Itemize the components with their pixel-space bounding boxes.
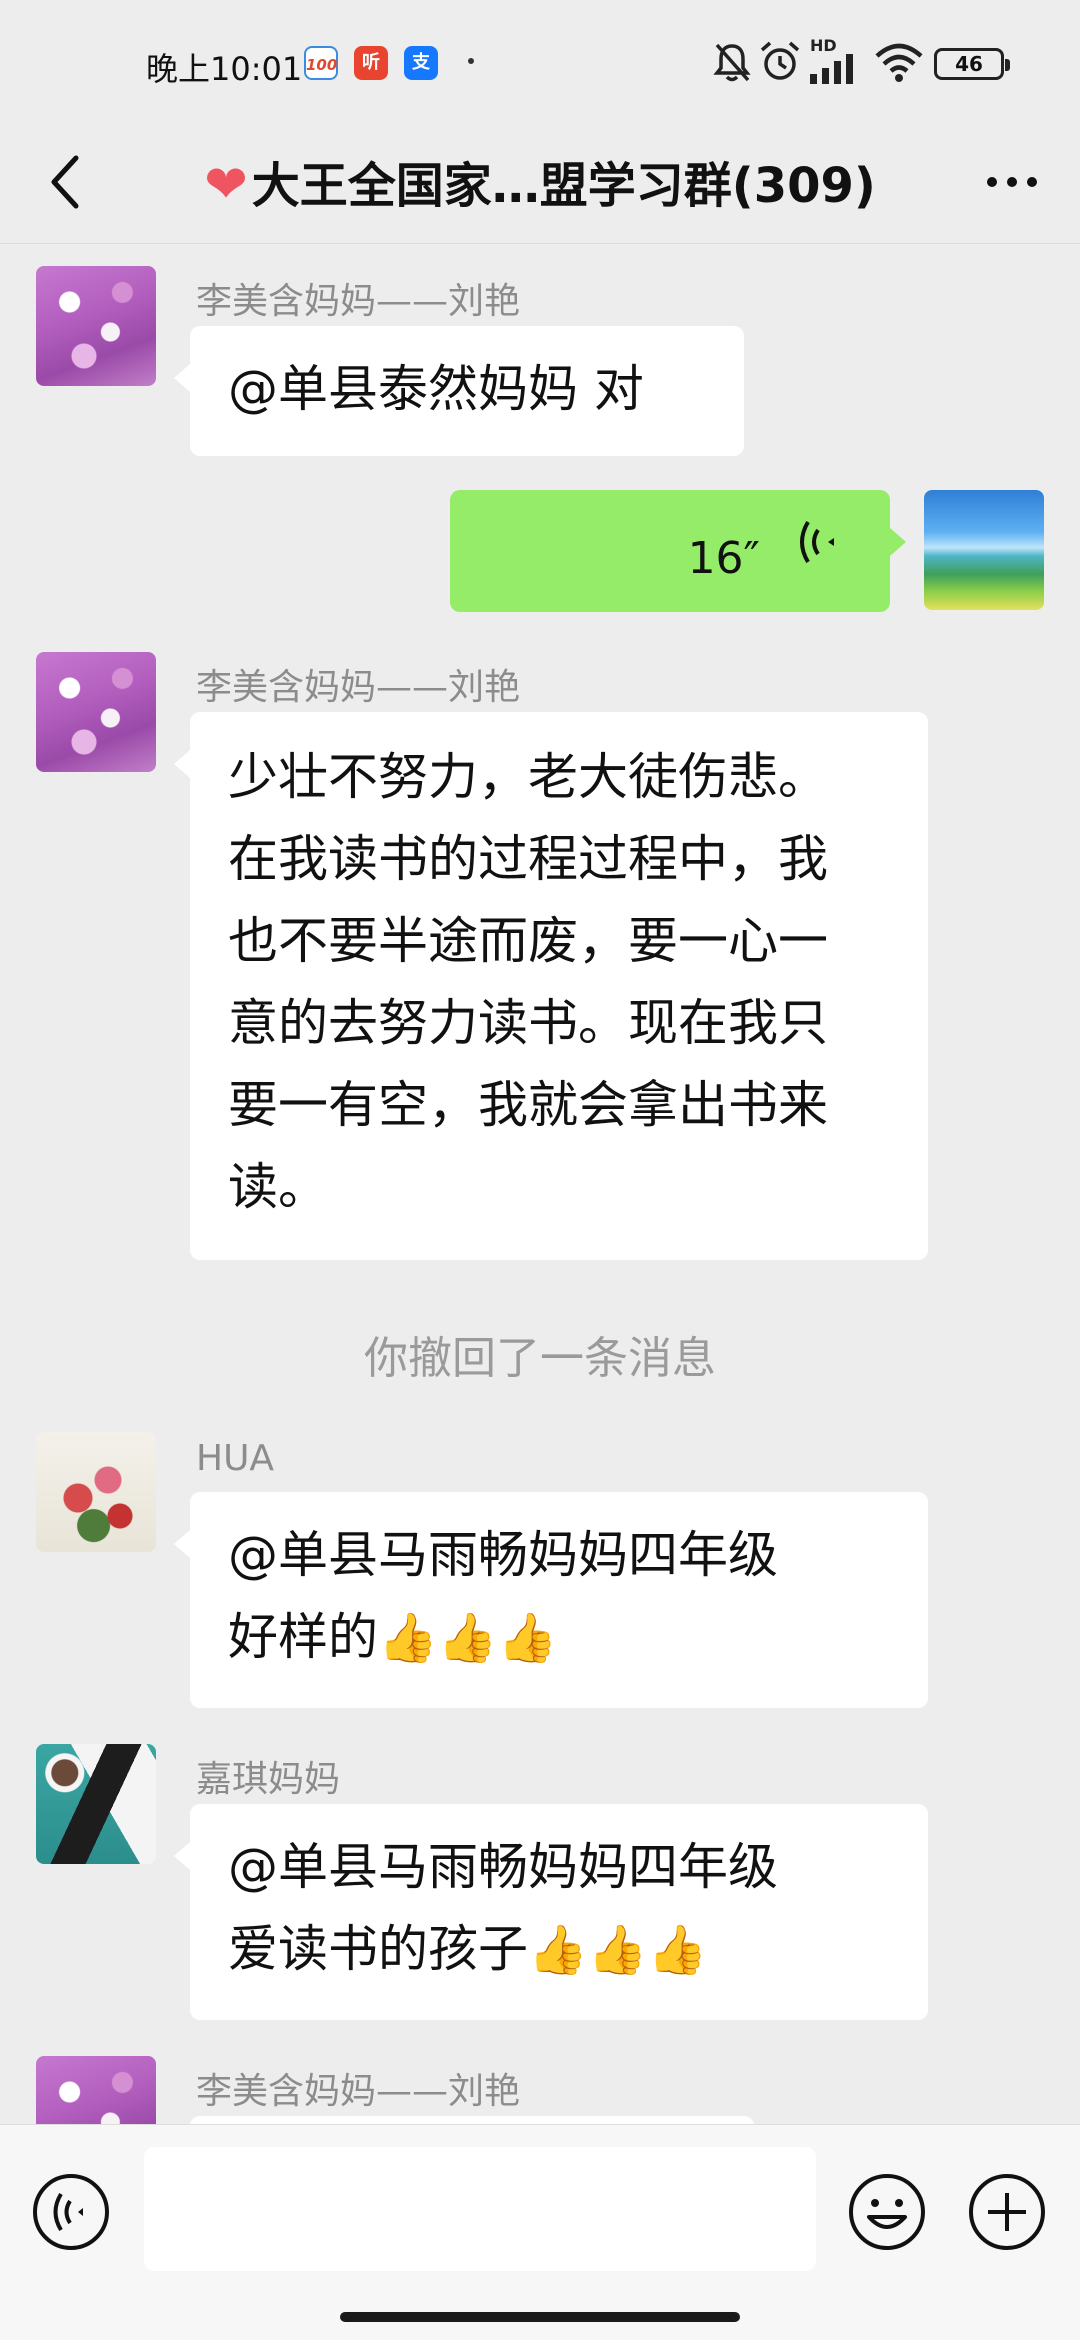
voice-wave-icon	[800, 520, 834, 564]
chat-message: 嘉琪妈妈 @单县马雨畅妈妈四年级 爱读书的孩子👍👍👍	[0, 1736, 1080, 2026]
message-line-text: 好样的	[228, 1608, 378, 1666]
alipay-app-icon: 支	[404, 46, 438, 80]
smiley-icon[interactable]	[846, 2171, 928, 2253]
group-title-text: 大王全国家…盟学习群(309)	[251, 158, 876, 214]
alarm-icon	[760, 41, 800, 80]
chat-message: HUA @单县马雨畅妈妈四年级 好样的👍👍👍	[0, 1424, 1080, 1714]
group-title: ❤大王全国家…盟学习群(309)	[0, 146, 1080, 216]
message-bubble[interactable]	[190, 2116, 754, 2124]
system-recall-notice: 你撤回了一条消息	[364, 1333, 716, 1384]
message-line: @单县马雨畅妈妈四年级	[228, 1838, 778, 1896]
100-app-icon: 100	[304, 46, 338, 80]
notification-dot	[468, 58, 474, 64]
message-bubble[interactable]: 少壮不努力，老大徒伤悲。 在我读书的过程过程中，我 也不要半途而废，要一心一 意…	[174, 712, 928, 1260]
peony-avatar[interactable]	[36, 1432, 156, 1552]
message-bubble[interactable]: @单县泰然妈妈 对	[174, 326, 744, 456]
message-line: 少壮不努力，老大徒伤悲。	[228, 748, 828, 806]
mute-bell-icon	[713, 43, 751, 82]
flower-avatar[interactable]	[36, 266, 156, 386]
message-line: 好样的👍👍👍	[228, 1596, 890, 1679]
flower-avatar[interactable]	[36, 2056, 156, 2124]
landscape-avatar[interactable]	[924, 490, 1044, 610]
chat-message: 16″	[0, 490, 1080, 620]
flower-avatar[interactable]	[36, 652, 156, 772]
battery-indicator: 46	[934, 48, 1010, 80]
home-indicator[interactable]	[340, 2312, 740, 2322]
desk-avatar[interactable]	[36, 1744, 156, 1864]
message-text: @单县泰然妈妈 对	[228, 360, 644, 418]
plus-circle-icon[interactable]	[966, 2171, 1048, 2253]
chat-message: 李美含妈妈——刘艳 @单县泰然妈妈 对	[0, 244, 1080, 464]
sender-name: HUA	[196, 1438, 275, 1479]
sender-name: 李美含妈妈——刘艳	[196, 281, 521, 322]
message-list[interactable]: 李美含妈妈——刘艳 @单县泰然妈妈 对 16″ 李美含妈妈——刘艳 少壮不努力，…	[0, 244, 1080, 2124]
message-line: 要一有空，我就会拿出书来	[228, 1076, 828, 1134]
wifi-icon	[875, 43, 923, 82]
thumbs-up-emoji: 👍👍👍	[378, 1610, 558, 1666]
sender-name: 嘉琪妈妈	[196, 1759, 341, 1800]
message-bubble[interactable]: @单县马雨畅妈妈四年级 爱读书的孩子👍👍👍	[174, 1804, 928, 2020]
message-line: @单县马雨畅妈妈四年级	[228, 1526, 778, 1584]
message-bubble[interactable]: @单县马雨畅妈妈四年级 好样的👍👍👍	[174, 1492, 928, 1708]
sender-name: 李美含妈妈——刘艳	[196, 667, 521, 708]
message-input[interactable]	[144, 2147, 816, 2271]
heart-emoji: ❤	[204, 155, 248, 215]
chat-message: 李美含妈妈——刘艳	[0, 2048, 1080, 2124]
message-line: 在我读书的过程过程中，我	[228, 830, 828, 888]
more-dots-icon[interactable]	[980, 158, 1044, 206]
message-line: 爱读书的孩子👍👍👍	[228, 1908, 890, 1991]
voice-duration: 16″	[687, 533, 760, 584]
chat-header: ❤大王全国家…盟学习群(309)	[0, 120, 1080, 244]
hd-signal-icon: HD	[808, 36, 864, 84]
ting-app-icon: 听	[354, 46, 388, 80]
message-line: 读。	[228, 1158, 328, 1216]
thumbs-up-emoji: 👍👍👍	[528, 1922, 708, 1978]
message-line: 也不要半途而废，要一心一	[228, 912, 828, 970]
message-line-text: 爱读书的孩子	[228, 1920, 528, 1978]
voice-input-icon[interactable]	[30, 2171, 112, 2253]
chat-message: 李美含妈妈——刘艳 少壮不努力，老大徒伤悲。 在我读书的过程过程中，我 也不要半…	[0, 644, 1080, 1524]
status-bar: 晚上10:01 100 听 支 HD 46	[0, 0, 1080, 120]
voice-message-bubble[interactable]: 16″	[450, 490, 906, 612]
status-time: 晚上10:01	[146, 50, 303, 88]
sender-name: 李美含妈妈——刘艳	[196, 2071, 521, 2112]
input-bar	[0, 2124, 1080, 2340]
message-line: 意的去努力读书。现在我只	[228, 994, 828, 1052]
